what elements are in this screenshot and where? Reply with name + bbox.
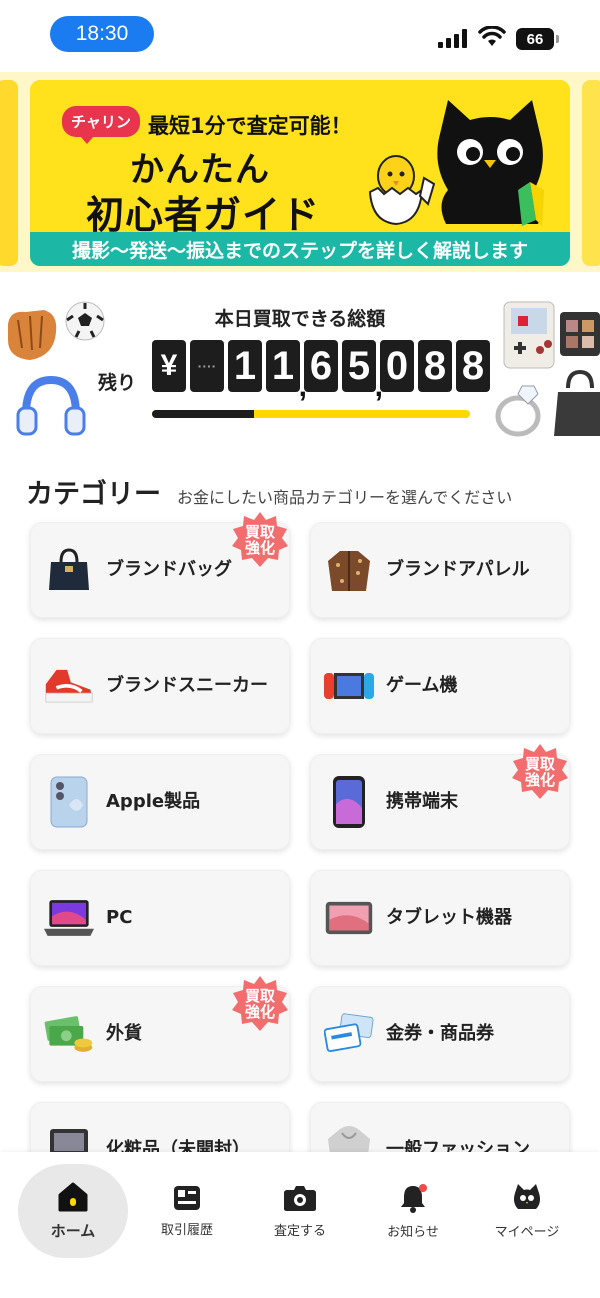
laptop-icon xyxy=(44,893,94,943)
buyback-boost-badge: 買取 強化 xyxy=(232,512,288,568)
status-bar: 18:30 66 xyxy=(0,0,600,72)
bell-icon xyxy=(401,1183,427,1213)
bottom-navigation: ホーム 取引履歴 査定する お知らせ マイページ xyxy=(0,1152,600,1298)
handbag-icon xyxy=(44,545,94,595)
category-pc[interactable]: PC xyxy=(30,870,290,966)
total-progress-bar xyxy=(152,410,470,418)
eyeshadow-palette-icon xyxy=(560,312,600,356)
beginner-guide-banner[interactable]: チャリン 最短1分で査定可能！ かんたん 初心者ガイド 撮影〜発送〜振込までのス… xyxy=(30,80,570,266)
category-label: Apple製品 xyxy=(106,791,201,812)
category-label: ブランドバッグ xyxy=(106,559,232,580)
progress-fill xyxy=(152,410,254,418)
amount-digit: 0 xyxy=(380,340,414,392)
banner-subtitle: 最短1分で査定可能！ xyxy=(148,114,352,138)
buyback-boost-badge: 買取 強化 xyxy=(232,976,288,1032)
smartphone-icon xyxy=(324,776,374,828)
category-label: PC xyxy=(106,907,133,928)
category-label: 携帯端末 xyxy=(386,791,458,812)
thousands-separator: , xyxy=(374,370,383,403)
category-tablet[interactable]: タブレット機器 xyxy=(310,870,570,966)
nav-my-page[interactable]: マイページ xyxy=(472,1164,582,1258)
cat-face-icon xyxy=(514,1183,540,1209)
buyback-boost-badge: 買取 強化 xyxy=(512,744,568,800)
signal-icon xyxy=(438,28,467,48)
iphone-icon xyxy=(44,776,94,828)
history-icon xyxy=(174,1185,200,1210)
nav-transaction-history[interactable]: 取引履歴 xyxy=(132,1164,242,1258)
remaining-label: 残り xyxy=(98,372,137,394)
currency-symbol: ¥ xyxy=(152,340,186,392)
category-label: ブランドアパレル xyxy=(386,559,530,580)
amount-digit: 8 xyxy=(456,340,490,392)
home-icon xyxy=(58,1182,88,1211)
banner-title-line2: 初心者ガイド xyxy=(86,193,321,237)
banner-footer: 撮影〜発送〜振込までのステップを詳しく解説します xyxy=(30,232,570,266)
amount-digit: 6 xyxy=(304,340,338,392)
mascot-cat-illustration xyxy=(437,100,544,226)
nav-home[interactable]: ホーム xyxy=(18,1164,128,1258)
nav-label: 取引履歴 xyxy=(160,1222,213,1238)
camera-icon xyxy=(284,1185,316,1211)
diamond-ring-icon xyxy=(495,385,541,437)
category-label: ゲーム機 xyxy=(386,675,458,696)
status-time: 18:30 xyxy=(50,16,154,52)
black-handbag-icon xyxy=(554,369,600,436)
category-brand-sneaker[interactable]: ブランドスニーカー xyxy=(30,638,290,734)
banner-carousel[interactable]: チャリン 最短1分で査定可能！ かんたん 初心者ガイド 撮影〜発送〜振込までのス… xyxy=(0,72,600,272)
nav-label: ホーム xyxy=(50,1221,96,1240)
category-game-console[interactable]: ゲーム機 xyxy=(310,638,570,734)
banner-chip: チャリン xyxy=(62,106,140,144)
category-gift-card[interactable]: 金券・商品券 xyxy=(310,986,570,1082)
gift-card-icon xyxy=(324,1009,374,1059)
nav-notifications[interactable]: お知らせ xyxy=(358,1164,468,1258)
amount-digit: 5, xyxy=(342,340,383,403)
sneaker-icon xyxy=(44,661,94,711)
nav-label: 査定する xyxy=(273,1223,326,1239)
daily-total-panel: 本日買取できる総額 残り ¥ ···· 1 ,1 6 5, 0 8 8 xyxy=(0,282,600,448)
category-label: ブランドスニーカー xyxy=(106,675,268,696)
jacket-icon xyxy=(324,545,374,595)
category-brand-apparel[interactable]: ブランドアパレル xyxy=(310,522,570,618)
category-label: 外貨 xyxy=(106,1023,142,1044)
amount-digit: ,1 xyxy=(266,340,307,403)
amount-digit: 1 xyxy=(228,340,262,392)
category-title: カテゴリー xyxy=(26,479,161,510)
category-label: 金券・商品券 xyxy=(386,1023,494,1044)
prev-banner-peek[interactable] xyxy=(0,80,18,266)
headphones-icon xyxy=(16,375,86,436)
nav-label: お知らせ xyxy=(387,1224,439,1240)
game-console-icon xyxy=(324,661,374,711)
retro-game-icon xyxy=(503,301,555,369)
tablet-icon xyxy=(324,893,374,943)
thousands-separator: , xyxy=(298,370,307,403)
nav-label: マイページ xyxy=(494,1224,560,1240)
category-header: カテゴリー お金にしたい商品カテゴリーを選んでください xyxy=(26,472,512,511)
nav-appraise[interactable]: 査定する xyxy=(245,1164,355,1258)
category-apple-products[interactable]: Apple製品 xyxy=(30,754,290,850)
wifi-icon xyxy=(478,26,506,46)
category-subtitle: お金にしたい商品カテゴリーを選んでください xyxy=(177,488,513,507)
empty-digit: ···· xyxy=(190,340,224,392)
next-banner-peek[interactable] xyxy=(582,80,600,266)
total-amount-counter: ¥ ···· 1 ,1 6 5, 0 8 8 xyxy=(152,340,490,403)
category-label: タブレット機器 xyxy=(386,907,512,928)
battery-indicator: 66 xyxy=(516,28,559,50)
amount-digit: 8 xyxy=(418,340,452,392)
foreign-currency-icon xyxy=(44,1009,94,1059)
